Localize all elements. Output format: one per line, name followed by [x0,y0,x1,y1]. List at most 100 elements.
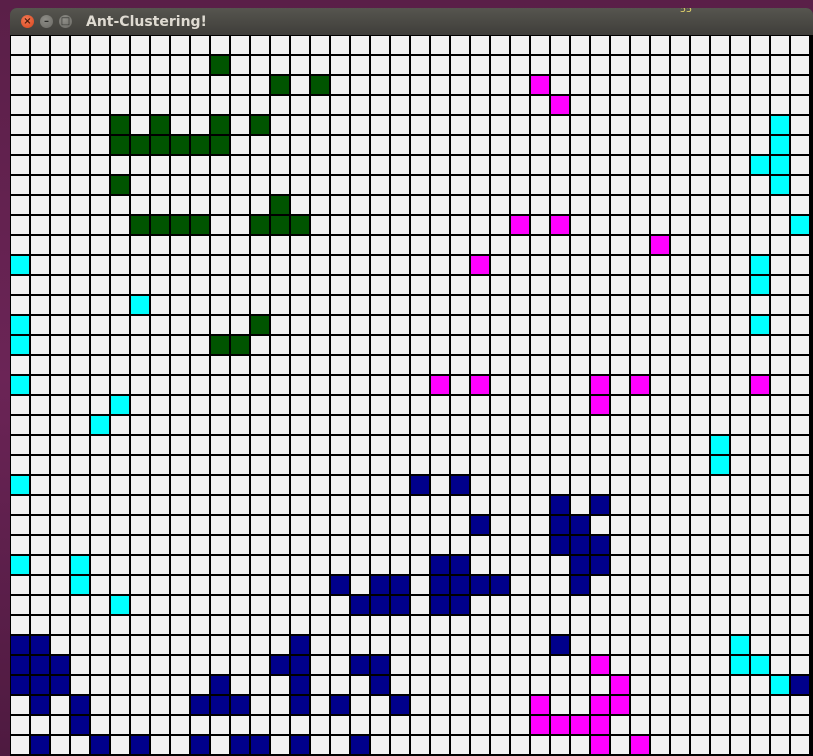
grid-cell-empty[interactable] [71,636,89,654]
grid-cell-empty[interactable] [491,56,509,74]
grid-cell-empty[interactable] [471,556,489,574]
grid-cell-navy[interactable] [211,676,229,694]
grid-cell-empty[interactable] [471,396,489,414]
grid-cell-empty[interactable] [711,316,729,334]
grid-cell-empty[interactable] [371,696,389,714]
grid-cell-empty[interactable] [511,396,529,414]
grid-cell-empty[interactable] [711,296,729,314]
grid-cell-empty[interactable] [431,676,449,694]
grid-cell-empty[interactable] [571,636,589,654]
grid-cell-empty[interactable] [371,96,389,114]
grid-cell-empty[interactable] [591,416,609,434]
grid-cell-empty[interactable] [531,556,549,574]
grid-cell-empty[interactable] [611,416,629,434]
grid-cell-empty[interactable] [351,536,369,554]
grid-cell-empty[interactable] [751,216,769,234]
grid-cell-empty[interactable] [371,716,389,734]
grid-cell-empty[interactable] [731,316,749,334]
grid-cell-empty[interactable] [171,516,189,534]
grid-cell-empty[interactable] [711,496,729,514]
grid-cell-empty[interactable] [371,296,389,314]
grid-cell-empty[interactable] [571,216,589,234]
grid-cell-empty[interactable] [451,416,469,434]
grid-cell-empty[interactable] [271,356,289,374]
grid-cell-empty[interactable] [471,316,489,334]
grid-cell-empty[interactable] [311,656,329,674]
grid-cell-empty[interactable] [491,596,509,614]
grid-cell-empty[interactable] [231,576,249,594]
grid-cell-empty[interactable] [371,116,389,134]
grid-cell-empty[interactable] [411,596,429,614]
grid-cell-empty[interactable] [591,616,609,634]
grid-cell-empty[interactable] [371,496,389,514]
grid-cell-navy[interactable] [391,576,409,594]
grid-cell-empty[interactable] [91,616,109,634]
grid-cell-empty[interactable] [351,116,369,134]
grid-cell-empty[interactable] [291,376,309,394]
grid-cell-empty[interactable] [31,76,49,94]
grid-cell-empty[interactable] [191,96,209,114]
grid-cell-cyan[interactable] [751,316,769,334]
grid-cell-empty[interactable] [411,496,429,514]
grid-cell-cyan[interactable] [751,156,769,174]
grid-cell-empty[interactable] [731,576,749,594]
grid-cell-empty[interactable] [491,396,509,414]
grid-cell-empty[interactable] [331,116,349,134]
grid-cell-empty[interactable] [591,296,609,314]
grid-cell-empty[interactable] [11,196,29,214]
grid-cell-navy[interactable] [591,536,609,554]
grid-cell-empty[interactable] [211,536,229,554]
grid-cell-empty[interactable] [451,516,469,534]
grid-cell-empty[interactable] [151,516,169,534]
grid-cell-empty[interactable] [611,396,629,414]
grid-cell-empty[interactable] [491,656,509,674]
grid-cell-empty[interactable] [331,96,349,114]
grid-cell-empty[interactable] [251,136,269,154]
grid-cell-empty[interactable] [591,276,609,294]
grid-cell-empty[interactable] [431,276,449,294]
grid-cell-empty[interactable] [291,536,309,554]
grid-cell-empty[interactable] [731,336,749,354]
grid-cell-empty[interactable] [711,336,729,354]
grid-cell-cyan[interactable] [711,436,729,454]
grid-cell-empty[interactable] [491,436,509,454]
grid-cell-empty[interactable] [211,176,229,194]
grid-cell-cyan[interactable] [771,676,789,694]
grid-cell-empty[interactable] [311,696,329,714]
grid-cell-empty[interactable] [531,676,549,694]
grid-cell-empty[interactable] [731,196,749,214]
grid-cell-empty[interactable] [71,116,89,134]
grid-cell-empty[interactable] [231,196,249,214]
grid-cell-empty[interactable] [171,496,189,514]
grid-cell-empty[interactable] [551,376,569,394]
grid-cell-empty[interactable] [451,156,469,174]
grid-cell-empty[interactable] [51,596,69,614]
grid-cell-empty[interactable] [391,736,409,754]
grid-cell-empty[interactable] [411,716,429,734]
grid-cell-empty[interactable] [411,696,429,714]
grid-cell-empty[interactable] [611,176,629,194]
grid-cell-empty[interactable] [351,576,369,594]
grid-cell-empty[interactable] [391,536,409,554]
grid-cell-empty[interactable] [251,716,269,734]
grid-cell-empty[interactable] [711,536,729,554]
grid-cell-empty[interactable] [211,76,229,94]
grid-cell-empty[interactable] [671,336,689,354]
grid-cell-empty[interactable] [751,76,769,94]
grid-cell-empty[interactable] [691,396,709,414]
grid-cell-empty[interactable] [331,336,349,354]
grid-cell-navy[interactable] [271,656,289,674]
grid-cell-empty[interactable] [251,436,269,454]
grid-cell-empty[interactable] [511,416,529,434]
grid-cell-empty[interactable] [471,416,489,434]
grid-cell-empty[interactable] [671,156,689,174]
grid-cell-empty[interactable] [391,236,409,254]
grid-cell-empty[interactable] [771,276,789,294]
grid-cell-magenta[interactable] [591,656,609,674]
grid-cell-empty[interactable] [71,436,89,454]
grid-cell-empty[interactable] [731,676,749,694]
grid-cell-empty[interactable] [191,596,209,614]
grid-cell-empty[interactable] [551,256,569,274]
grid-cell-empty[interactable] [471,656,489,674]
grid-cell-empty[interactable] [631,56,649,74]
